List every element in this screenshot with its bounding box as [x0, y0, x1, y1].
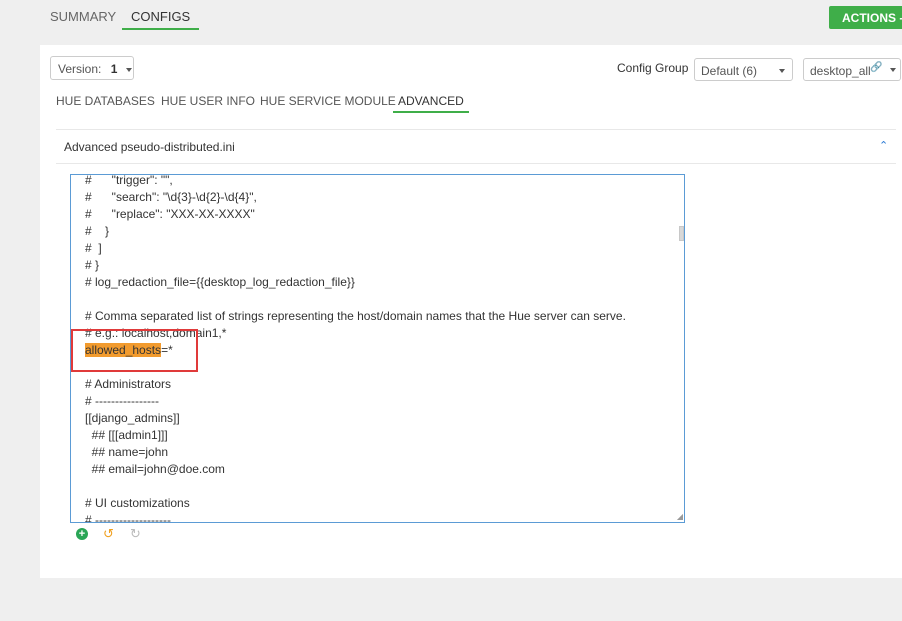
tab-hue-user-info[interactable]: HUE USER INFO — [161, 94, 255, 108]
resize-handle-icon[interactable]: ◢ — [677, 512, 683, 521]
chevron-up-icon[interactable]: ⌃ — [879, 139, 888, 152]
code-line: # } — [85, 224, 110, 238]
section-header[interactable]: Advanced pseudo-distributed.ini ⌃ — [56, 129, 896, 164]
chevron-down-icon — [125, 67, 132, 72]
tab-configs[interactable]: CONFIGS — [122, 9, 200, 30]
code-line: # ] — [85, 241, 102, 255]
code-line: # log_redaction_file={{desktop_log_redac… — [85, 275, 355, 289]
add-property-icon[interactable]: + — [76, 528, 88, 540]
code-line: # "trigger": "", — [85, 174, 173, 187]
config-group-select[interactable]: Default (6) — [694, 58, 793, 81]
host-group-dropdown-button[interactable] — [885, 58, 901, 81]
annotation-highlight-box — [71, 329, 198, 372]
version-select[interactable]: Version: 1 — [50, 56, 134, 80]
chevron-down-icon — [890, 68, 896, 72]
code-line: # Comma separated list of strings repres… — [85, 309, 626, 323]
code-line: # Administrators — [85, 377, 172, 391]
config-group-value: Default (6) — [701, 64, 758, 78]
config-panel: Version: 1 Config Group Default (6) desk… — [40, 45, 902, 578]
link-icon: 🔗 — [870, 62, 883, 73]
top-tab-bar: SUMMARY CONFIGS — [0, 0, 902, 36]
actions-button[interactable]: ACTIONS - — [829, 6, 902, 29]
tab-hue-service-module[interactable]: HUE SERVICE MODULE — [260, 94, 396, 108]
code-line: # ------------------- — [85, 513, 171, 523]
code-line: # "replace": "XXX-XX-XXXX" — [85, 207, 255, 221]
tab-summary[interactable]: SUMMARY — [50, 9, 116, 24]
config-group-label: Config Group — [617, 61, 689, 75]
tab-advanced[interactable]: ADVANCED — [393, 94, 469, 113]
code-line: ## name=john — [85, 445, 169, 459]
host-group-value: desktop_all — [810, 64, 871, 78]
code-line: # ---------------- — [85, 394, 159, 408]
code-line: ## [[[admin1]]] — [85, 428, 168, 442]
code-line: # UI customizations — [85, 496, 190, 510]
version-label: Version: — [58, 62, 102, 76]
chevron-down-icon — [779, 69, 785, 73]
redo-icon[interactable]: ↻ — [130, 527, 142, 540]
code-line: ## email=john@doe.com — [85, 462, 225, 476]
code-line: # "search": "\d{3}-\d{2}-\d{4}", — [85, 190, 257, 204]
code-line: [[django_admins]] — [85, 411, 180, 425]
tab-hue-databases[interactable]: HUE DATABASES — [56, 94, 155, 108]
undo-icon[interactable]: ↺ — [103, 527, 115, 540]
code-line: # } — [85, 258, 100, 272]
version-value: 1 — [110, 62, 118, 76]
section-title: Advanced pseudo-distributed.ini — [64, 140, 235, 154]
scrollbar-thumb[interactable] — [679, 226, 684, 241]
